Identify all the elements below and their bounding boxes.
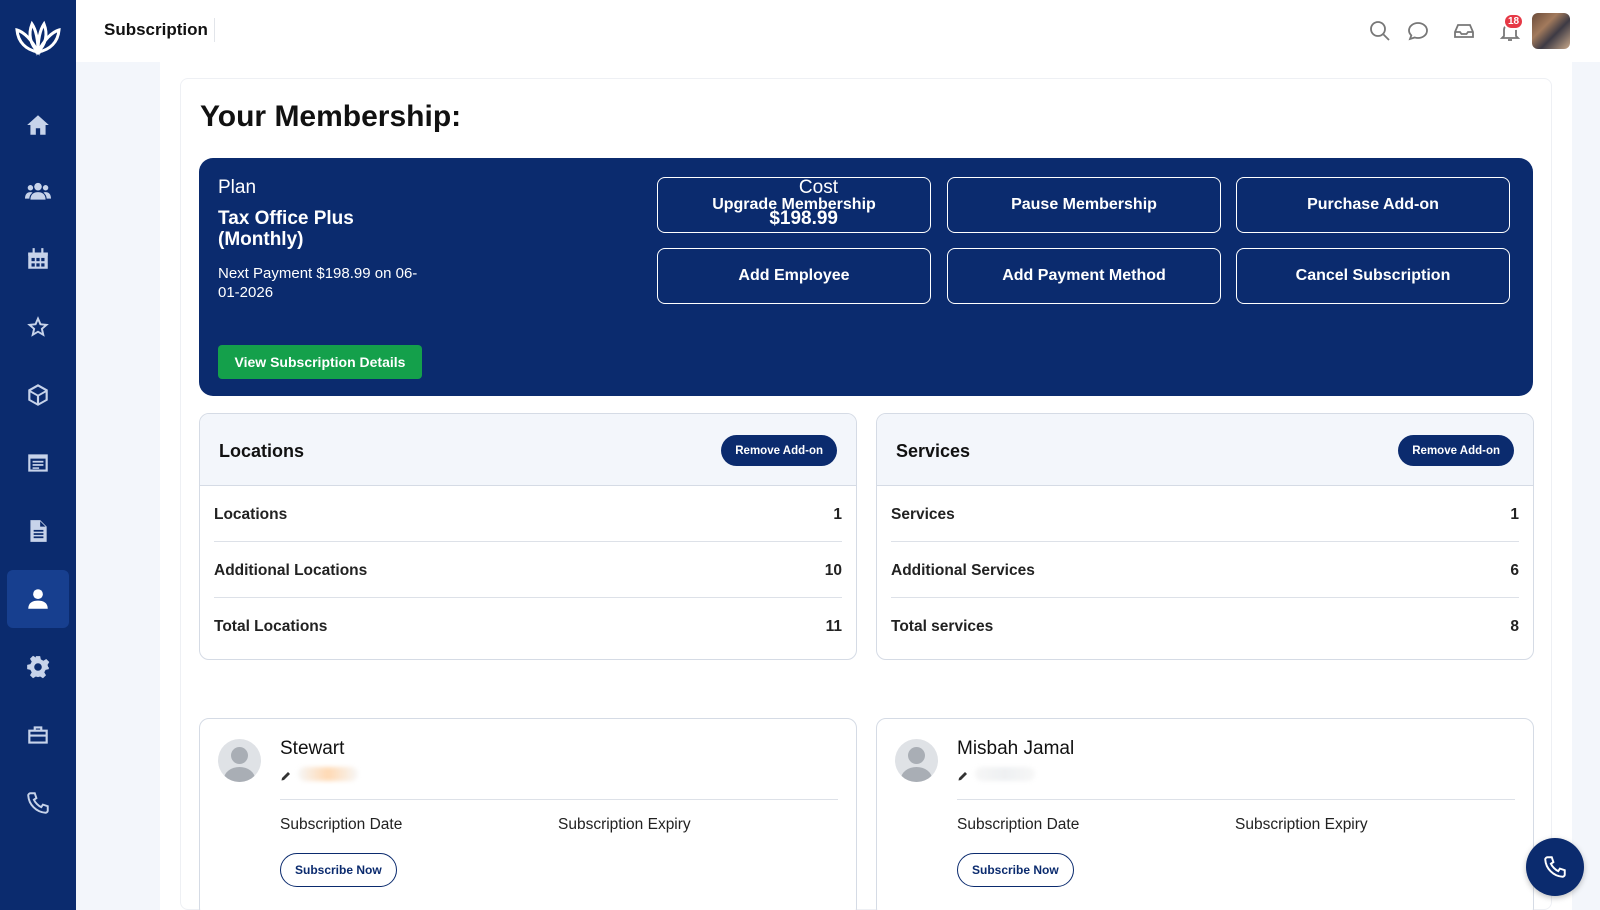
pause-membership-button[interactable]: Pause Membership xyxy=(947,177,1221,233)
services-card-header: Services Remove Add-on xyxy=(877,414,1533,486)
row-value: 1 xyxy=(1510,506,1519,523)
total-locations-row: Total Locations 11 xyxy=(214,598,842,654)
call-fab-button[interactable] xyxy=(1526,838,1584,896)
row-value: 6 xyxy=(1510,562,1519,579)
row-label: Additional Locations xyxy=(214,562,368,579)
remove-locations-addon-button[interactable]: Remove Add-on xyxy=(721,435,837,466)
inbox-button[interactable] xyxy=(1452,19,1476,43)
subscription-expiry-label: Subscription Expiry xyxy=(1235,816,1368,833)
remove-services-addon-button[interactable]: Remove Add-on xyxy=(1398,435,1514,466)
users-icon xyxy=(25,182,51,200)
chat-bubble-icon xyxy=(1408,22,1428,41)
star-icon xyxy=(27,316,49,337)
row-label: Locations xyxy=(214,506,288,523)
add-employee-button[interactable]: Add Employee xyxy=(657,248,931,304)
employee-card: Misbah Jamal Subscription Date Subscript… xyxy=(876,718,1534,910)
employee-name: Misbah Jamal xyxy=(957,738,1075,759)
sidebar-item-business[interactable] xyxy=(7,706,69,764)
sidebar-item-account[interactable] xyxy=(7,570,69,628)
inbox-icon xyxy=(1454,24,1474,38)
sidebar-item-calls[interactable] xyxy=(7,774,69,832)
row-label: Total services xyxy=(891,618,994,635)
card-divider xyxy=(957,799,1515,800)
search-button[interactable] xyxy=(1368,19,1392,43)
cancel-subscription-button[interactable]: Cancel Subscription xyxy=(1236,248,1510,304)
services-card: Services Remove Add-on Services 1 Additi… xyxy=(876,413,1534,660)
redacted-email xyxy=(298,767,358,781)
notification-count-badge: 18 xyxy=(1503,13,1525,30)
employee-name: Stewart xyxy=(280,738,345,759)
plan-label: Plan xyxy=(218,177,257,198)
services-row: Services 1 xyxy=(891,486,1519,542)
phone-icon xyxy=(1544,856,1566,878)
page-title: Subscription xyxy=(104,20,208,39)
upgrade-membership-button[interactable]: Upgrade Membership xyxy=(657,177,931,233)
locations-card-title: Locations xyxy=(219,441,305,461)
phone-icon xyxy=(27,792,49,814)
sidebar-item-reviews[interactable] xyxy=(7,298,69,356)
search-icon xyxy=(1370,21,1390,41)
row-value: 8 xyxy=(1510,618,1519,635)
row-value: 1 xyxy=(833,506,842,523)
sidebar-item-forms[interactable] xyxy=(7,434,69,492)
sidebar xyxy=(0,0,76,910)
view-subscription-details-button[interactable]: View Subscription Details xyxy=(218,345,422,379)
additional-locations-row: Additional Locations 10 xyxy=(214,542,842,598)
lotus-logo-icon xyxy=(15,20,61,56)
employee-card: Stewart Subscription Date Subscription E… xyxy=(199,718,857,910)
plan-panel: Plan Tax Office Plus (Monthly) Next Paym… xyxy=(199,158,1533,396)
pencil-icon xyxy=(281,772,290,781)
subscribe-now-button[interactable]: Subscribe Now xyxy=(957,853,1074,887)
home-icon xyxy=(27,115,49,135)
services-card-title: Services xyxy=(896,441,971,461)
employee-avatar xyxy=(895,739,938,782)
subscription-date-label: Subscription Date xyxy=(280,816,403,833)
sidebar-item-products[interactable] xyxy=(7,366,69,424)
sidebar-item-home[interactable] xyxy=(7,96,69,154)
locations-row: Locations 1 xyxy=(214,486,842,542)
row-label: Services xyxy=(891,506,955,523)
edit-employee-button[interactable] xyxy=(957,769,971,783)
edit-employee-button[interactable] xyxy=(280,769,294,783)
redacted-email xyxy=(975,767,1035,781)
card-divider xyxy=(280,799,838,800)
subscribe-now-button[interactable]: Subscribe Now xyxy=(280,853,397,887)
subscription-date-label: Subscription Date xyxy=(957,816,1080,833)
subscription-expiry-label: Subscription Expiry xyxy=(558,816,691,833)
employee-avatar xyxy=(218,739,261,782)
calendar-icon xyxy=(28,248,48,269)
title-divider xyxy=(214,18,215,42)
brand-logo[interactable] xyxy=(14,16,62,58)
briefcase-icon xyxy=(28,726,48,744)
chat-button[interactable] xyxy=(1406,19,1430,43)
pencil-icon xyxy=(958,772,967,781)
sidebar-item-clients[interactable] xyxy=(7,162,69,220)
user-avatar[interactable] xyxy=(1532,13,1570,49)
cube-icon xyxy=(28,384,48,406)
locations-card-header: Locations Remove Add-on xyxy=(200,414,856,486)
plan-name: Tax Office Plus (Monthly) xyxy=(218,208,354,250)
total-services-row: Total services 8 xyxy=(891,598,1519,654)
membership-heading: Your Membership: xyxy=(200,100,462,133)
additional-services-row: Additional Services 6 xyxy=(891,542,1519,598)
form-icon xyxy=(28,454,48,472)
document-icon xyxy=(30,520,47,542)
user-icon xyxy=(28,589,48,609)
row-label: Additional Services xyxy=(891,562,1035,579)
sidebar-item-calendar[interactable] xyxy=(7,230,69,288)
add-payment-method-button[interactable]: Add Payment Method xyxy=(947,248,1221,304)
row-label: Total Locations xyxy=(214,618,328,635)
next-payment-text: Next Payment $198.99 on 06-01-2026 xyxy=(218,265,418,301)
sidebar-item-documents[interactable] xyxy=(7,502,69,560)
sidebar-item-settings[interactable] xyxy=(7,638,69,696)
row-value: 10 xyxy=(824,562,842,579)
locations-card: Locations Remove Add-on Locations 1 Addi… xyxy=(199,413,857,660)
gear-icon xyxy=(27,655,50,679)
row-value: 11 xyxy=(825,618,842,635)
purchase-addon-button[interactable]: Purchase Add-on xyxy=(1236,177,1510,233)
